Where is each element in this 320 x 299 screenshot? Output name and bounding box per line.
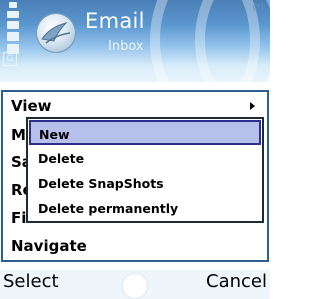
menu-item-view[interactable]: View (11, 92, 261, 120)
center-key-indicator (123, 274, 147, 298)
gprs-indicator: G (3, 52, 17, 66)
menu-item-label: Fi (11, 209, 27, 227)
menu-item-message[interactable]: M (11, 121, 26, 149)
submenu-item-delete-permanently[interactable]: Delete permanently (30, 196, 260, 221)
app-subtitle: Inbox (108, 39, 144, 54)
softkey-bar: Select Cancel (0, 270, 270, 299)
title-pane: G Email Inbox (*) (0, 0, 270, 82)
submenu-arrow-icon (250, 102, 255, 110)
menu-item-label: View (11, 97, 52, 115)
menu-item-label: M (11, 126, 26, 144)
status-indicator: (*) (252, 3, 264, 13)
cancel-softkey[interactable]: Cancel (206, 271, 267, 292)
app-title: Email (85, 9, 145, 33)
submenu-item-delete-snapshots[interactable]: Delete SnapShots (30, 171, 260, 196)
submenu-item-new[interactable]: New (29, 120, 261, 145)
menu-item-navigate[interactable]: Navigate (11, 232, 87, 260)
menu-item-label: Navigate (11, 237, 87, 255)
menu-item-find[interactable]: Fi (11, 204, 26, 232)
phone-screen: G Email Inbox (*) View M Sa Re Fi Naviga… (0, 0, 270, 299)
message-submenu: New Delete Delete SnapShots Delete perma… (26, 117, 264, 223)
select-softkey[interactable]: Select (3, 271, 59, 292)
signal-strength-icon (3, 2, 21, 54)
submenu-item-delete[interactable]: Delete (30, 146, 260, 171)
email-app-icon (36, 13, 76, 53)
